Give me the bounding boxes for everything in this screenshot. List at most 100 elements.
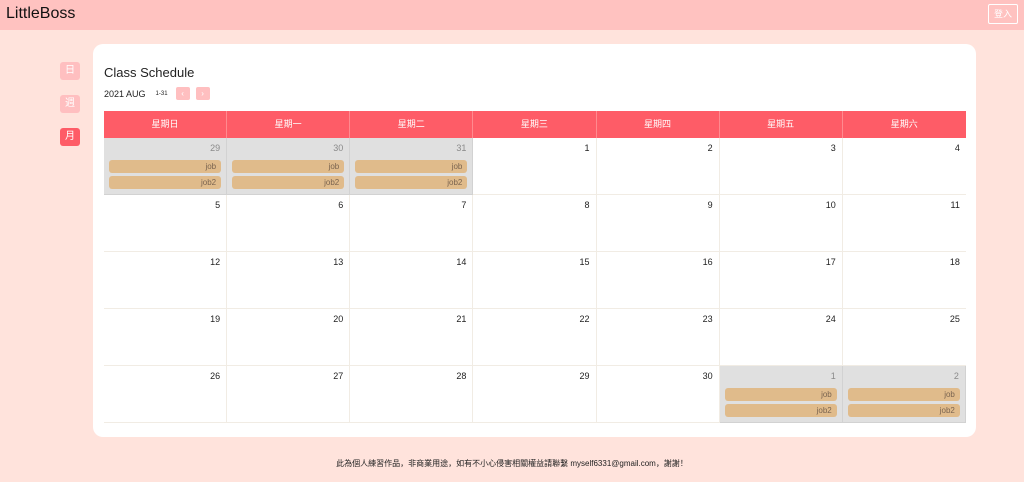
weekday-header-cell: 星期五 [720, 111, 843, 138]
calendar-day-cell[interactable]: 30 job job2 [227, 138, 351, 195]
weekday-header: 星期日 星期一 星期二 星期三 星期四 星期五 星期六 [104, 111, 966, 138]
month-navigation: 2021 AUG 1-31 ‹ › [104, 87, 210, 100]
login-button[interactable]: 登入 [988, 4, 1018, 24]
weekday-header-cell: 星期四 [597, 111, 720, 138]
calendar-day-cell[interactable]: 2 job job2 [842, 366, 966, 423]
event-chip[interactable]: job2 [724, 404, 837, 417]
calendar-day-cell[interactable]: 20 [227, 309, 351, 366]
day-number: 22 [579, 314, 590, 324]
calendar-day-cell[interactable]: 4 [842, 138, 966, 195]
calendar-day-cell[interactable]: 23 [596, 309, 720, 366]
event-chip[interactable]: job [355, 160, 468, 173]
calendar-day-cell[interactable]: 16 [596, 252, 720, 309]
calendar-day-cell[interactable]: 29 job job2 [104, 138, 228, 195]
date-range-label: 1-31 [155, 90, 168, 97]
calendar-day-cell[interactable]: 18 [842, 252, 966, 309]
weekday-header-cell: 星期一 [227, 111, 351, 138]
calendar-day-cell[interactable]: 13 [227, 252, 351, 309]
day-number: 4 [954, 143, 960, 153]
day-number: 7 [461, 200, 467, 210]
calendar-week-row: 12 13 14 15 16 17 18 [104, 252, 966, 309]
calendar-day-cell[interactable]: 6 [227, 195, 351, 252]
calendar-day-cell[interactable]: 14 [350, 252, 474, 309]
event-chip[interactable]: job2 [355, 176, 468, 189]
calendar-day-cell[interactable]: 15 [473, 252, 597, 309]
day-number: 29 [579, 371, 590, 381]
weekday-header-cell: 星期三 [473, 111, 597, 138]
day-number: 19 [210, 314, 221, 324]
day-number: 3 [830, 143, 836, 153]
event-chip[interactable]: job2 [109, 176, 222, 189]
event-chip[interactable]: job2 [847, 404, 960, 417]
day-number: 16 [702, 257, 713, 267]
event-list: job job2 [232, 160, 345, 192]
event-chip[interactable]: job [232, 160, 345, 173]
calendar-grid: 29 job job2 30 job job2 31 job job2 1 2 3 4 5 6 7 8 9 10 11… [104, 138, 966, 423]
calendar-day-cell[interactable]: 17 [719, 252, 843, 309]
day-number: 25 [949, 314, 960, 324]
calendar-day-cell[interactable]: 25 [842, 309, 966, 366]
day-number: 14 [456, 257, 467, 267]
day-number: 5 [215, 200, 221, 210]
day-number: 23 [702, 314, 713, 324]
event-list: job job2 [109, 160, 222, 192]
calendar-day-cell[interactable]: 11 [842, 195, 966, 252]
month-calendar: 星期日 星期一 星期二 星期三 星期四 星期五 星期六 29 job job2 30 job job2… [104, 111, 966, 423]
event-chip[interactable]: job [724, 388, 837, 401]
day-number: 29 [210, 143, 221, 153]
day-number: 11 [950, 200, 960, 210]
calendar-day-cell[interactable]: 7 [350, 195, 474, 252]
event-chip[interactable]: job [109, 160, 222, 173]
next-month-button[interactable]: › [195, 87, 210, 100]
calendar-day-cell[interactable]: 1 job job2 [719, 366, 843, 423]
event-chip[interactable]: job2 [232, 176, 345, 189]
calendar-day-cell[interactable]: 9 [596, 195, 720, 252]
calendar-day-cell[interactable]: 29 [473, 366, 597, 423]
calendar-day-cell[interactable]: 28 [350, 366, 474, 423]
day-number: 28 [456, 371, 467, 381]
day-number: 12 [210, 257, 221, 267]
calendar-day-cell[interactable]: 12 [104, 252, 228, 309]
month-view-button[interactable]: 月 [60, 128, 80, 146]
calendar-week-row: 19 20 21 22 23 24 25 [104, 309, 966, 366]
brand-logo[interactable]: LittleBoss [6, 5, 75, 23]
day-number: 2 [953, 371, 959, 381]
calendar-day-cell[interactable]: 21 [350, 309, 474, 366]
calendar-day-cell[interactable]: 31 job job2 [350, 138, 474, 195]
page-title: Class Schedule [104, 65, 195, 80]
calendar-day-cell[interactable]: 26 [104, 366, 228, 423]
day-number: 10 [825, 200, 836, 210]
view-switcher: 日 週 月 [60, 62, 80, 161]
calendar-week-row: 26 27 28 29 30 1 job job2 2 job job2 [104, 366, 966, 423]
schedule-card: Class Schedule 2021 AUG 1-31 ‹ › 星期日 星期一星… [93, 44, 976, 437]
day-view-button[interactable]: 日 [60, 62, 80, 80]
calendar-day-cell[interactable]: 1 [473, 138, 597, 195]
event-list: job job2 [355, 160, 468, 192]
day-number: 21 [456, 314, 467, 324]
day-number: 6 [338, 200, 344, 210]
calendar-day-cell[interactable]: 19 [104, 309, 228, 366]
calendar-day-cell[interactable]: 30 [596, 366, 720, 423]
day-number: 15 [579, 257, 590, 267]
event-list: job job2 [847, 388, 960, 420]
calendar-day-cell[interactable]: 22 [473, 309, 597, 366]
month-label: 2021 AUG [104, 88, 146, 99]
calendar-day-cell[interactable]: 5 [104, 195, 228, 252]
event-chip[interactable]: job [847, 388, 960, 401]
day-number: 9 [707, 200, 713, 210]
calendar-week-row: 5 6 7 8 9 10 11 [104, 195, 966, 252]
day-number: 8 [584, 200, 590, 210]
calendar-day-cell[interactable]: 3 [719, 138, 843, 195]
calendar-day-cell[interactable]: 2 [596, 138, 720, 195]
weekday-header-cell: 星期六 [890, 119, 918, 129]
day-number: 30 [702, 371, 713, 381]
calendar-day-cell[interactable]: 24 [719, 309, 843, 366]
calendar-day-cell[interactable]: 27 [227, 366, 351, 423]
calendar-day-cell[interactable]: 10 [719, 195, 843, 252]
day-number: 20 [333, 314, 344, 324]
prev-month-button[interactable]: ‹ [175, 87, 190, 100]
day-number: 24 [825, 314, 836, 324]
day-number: 2 [707, 143, 713, 153]
week-view-button[interactable]: 週 [60, 95, 80, 113]
calendar-day-cell[interactable]: 8 [473, 195, 597, 252]
